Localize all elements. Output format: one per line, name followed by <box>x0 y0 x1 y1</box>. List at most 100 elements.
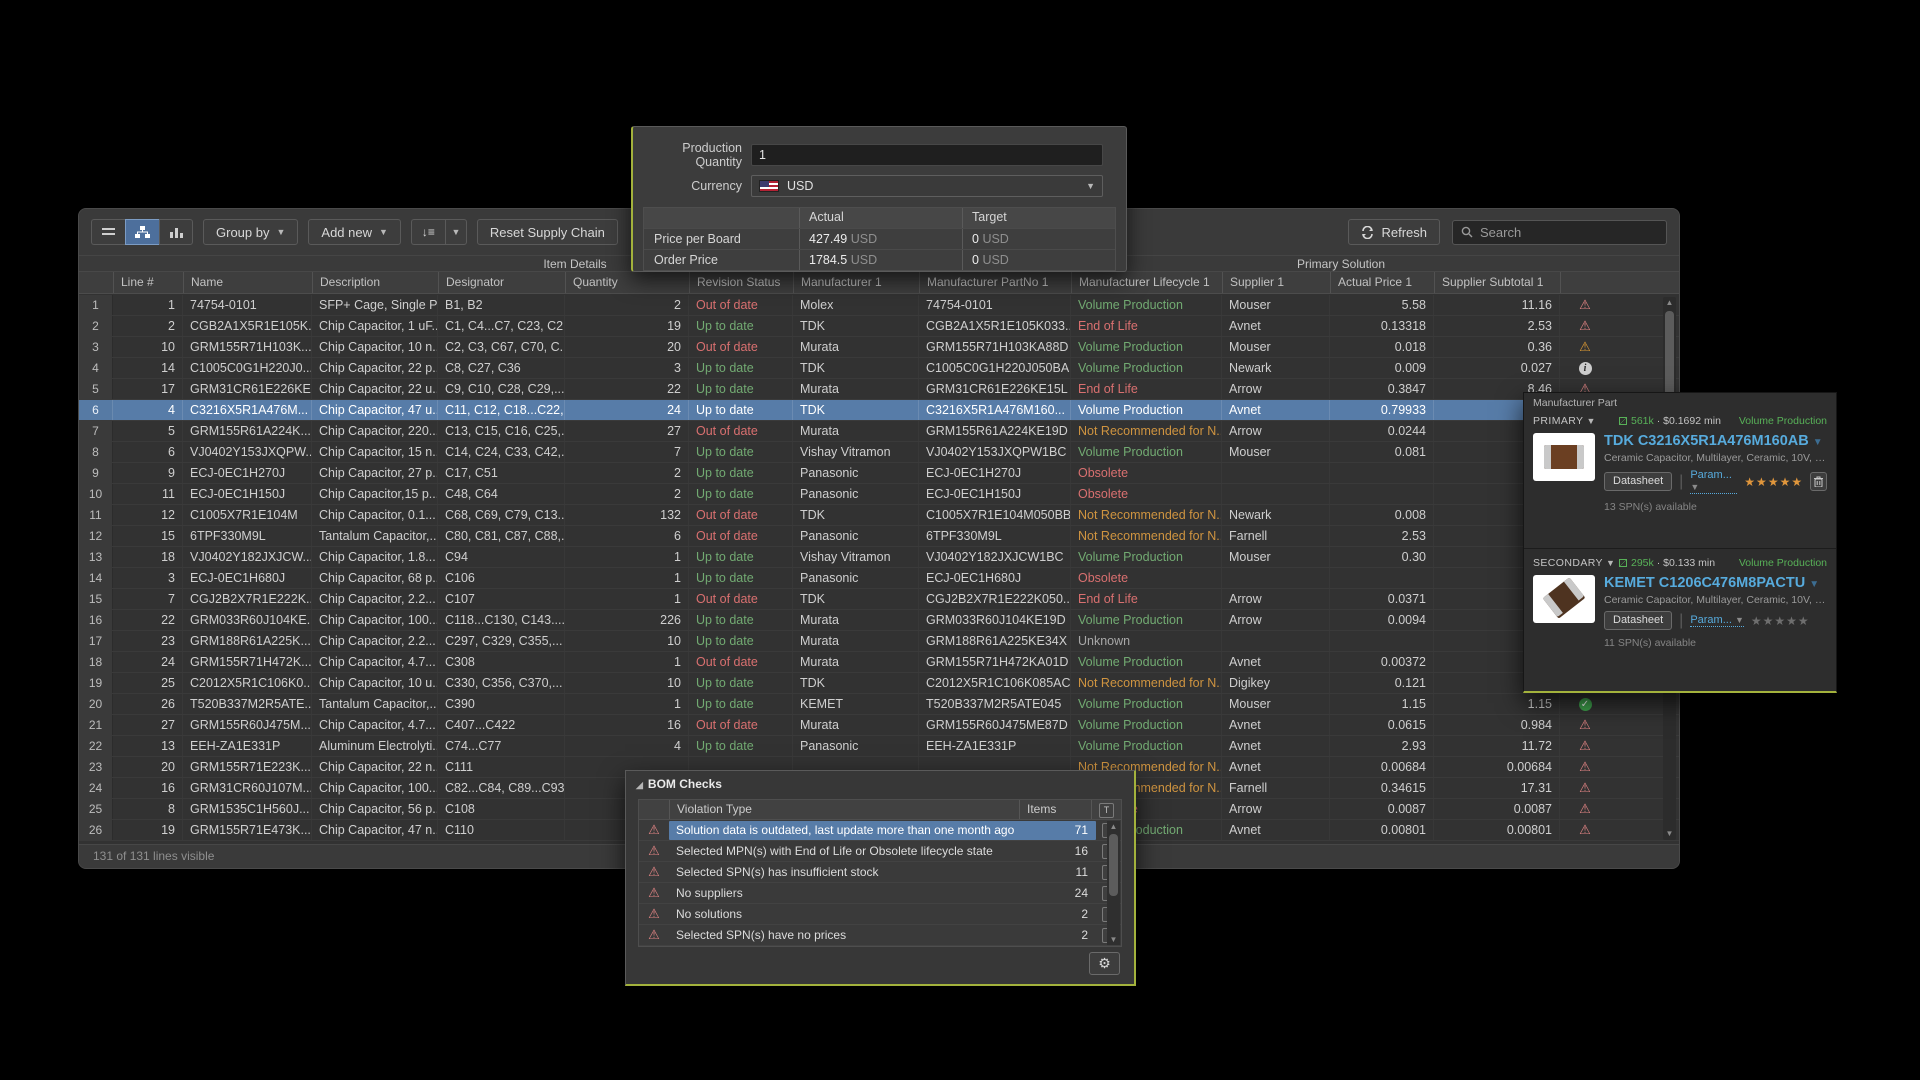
chart-view-button[interactable] <box>159 219 193 245</box>
table-row[interactable]: 22CGB2A1X5R1E105K...Chip Capacitor, 1 uF… <box>79 316 1679 337</box>
bom-check-row[interactable]: ⚠Selected SPN(s) has insufficient stock1… <box>639 862 1121 883</box>
delete-part-button[interactable] <box>1810 472 1827 491</box>
bom-checks-settings-button[interactable]: ⚙ <box>1089 952 1120 975</box>
scroll-down-icon[interactable]: ▼ <box>1107 934 1120 945</box>
table-row[interactable]: 310GRM155R71H103K...Chip Capacitor, 10 n… <box>79 337 1679 358</box>
secondary-rank-dropdown[interactable]: SECONDARY▼ <box>1533 557 1619 569</box>
datasheet-button[interactable]: Datasheet <box>1604 611 1672 630</box>
primary-rank-dropdown[interactable]: PRIMARY▼ <box>1533 415 1619 427</box>
cell-description: Chip Capacitor, 22 n... <box>312 757 438 777</box>
bom-check-row[interactable]: ⚠No suppliers24T <box>639 883 1121 904</box>
bom-check-row[interactable]: ⚠Selected MPN(s) with End of Life or Obs… <box>639 841 1121 862</box>
bom-checks-header[interactable]: ◢BOM Checks <box>626 771 1134 795</box>
cell-revision-status: Up to date <box>689 547 793 567</box>
column-header-name[interactable]: Name <box>183 272 312 293</box>
cell-name: GRM155R71E473K... <box>183 820 312 840</box>
column-header-designator[interactable]: Designator <box>438 272 565 293</box>
bom-scrollbar[interactable]: ▲ ▼ <box>1107 821 1120 945</box>
flat-list-view-button[interactable] <box>91 219 125 245</box>
table-row[interactable]: 1011ECJ-0EC1H150JChip Capacitor,15 p...C… <box>79 484 1679 505</box>
currency-select[interactable]: USD ▼ <box>751 175 1103 197</box>
scroll-down-icon[interactable]: ▼ <box>1663 828 1676 840</box>
lines-visible-status: 131 of 131 lines visible <box>93 849 214 863</box>
column-header-manufacturer-partno-1[interactable]: Manufacturer PartNo 1 <box>919 272 1071 293</box>
table-row[interactable]: 157CGJ2B2X7R1E222K...Chip Capacitor, 2.2… <box>79 589 1679 610</box>
scroll-up-icon[interactable]: ▲ <box>1107 821 1120 832</box>
cell-actual-price: 0.018 <box>1330 337 1434 357</box>
cell-quantity: 1 <box>565 589 689 609</box>
part-number-link[interactable]: KEMET C1206C476M8PACTU ▼ <box>1604 575 1827 591</box>
table-row[interactable]: 1318VJ0402Y182JXJCW...Chip Capacitor, 1.… <box>79 547 1679 568</box>
table-row[interactable]: 2213EEH-ZA1E331PAluminum Electrolyti...C… <box>79 736 1679 757</box>
column-header-quantity[interactable]: Quantity <box>565 272 689 293</box>
datasheet-button[interactable]: Datasheet <box>1604 472 1672 491</box>
table-row[interactable]: 1174754-0101SFP+ Cage, Single P...B1, B2… <box>79 295 1679 316</box>
reset-supply-chain-button[interactable]: Reset Supply Chain <box>477 219 618 245</box>
cell-line: 9 <box>113 463 183 483</box>
warning-icon: ⚠ <box>1560 799 1610 819</box>
search-input[interactable] <box>1480 225 1640 240</box>
bom-check-row[interactable]: ⚠Solution data is outdated, last update … <box>639 820 1121 841</box>
table-row[interactable]: 2127GRM155R60J475M...Chip Capacitor, 4.7… <box>79 715 1679 736</box>
cell-name: ECJ-0EC1H150J <box>183 484 312 504</box>
currency-unit: USD <box>851 232 877 246</box>
table-row[interactable]: 86VJ0402Y153JXQPW...Chip Capacitor, 15 n… <box>79 442 1679 463</box>
cell-manufacturer-lifecycle: Volume Production <box>1071 358 1222 378</box>
cell-line: 15 <box>113 526 183 546</box>
column-header-description[interactable]: Description <box>312 272 438 293</box>
cell-designator: C82...C84, C89...C93... <box>438 778 565 798</box>
table-row[interactable]: 1723GRM188R61A225K...Chip Capacitor, 2.2… <box>79 631 1679 652</box>
scroll-up-icon[interactable]: ▲ <box>1663 297 1676 309</box>
table-row[interactable]: 1824GRM155R71H472K...Chip Capacitor, 4.7… <box>79 652 1679 673</box>
chevron-down-icon: ▼ <box>379 227 388 237</box>
cell-manufacturer-lifecycle: Not Recommended for N... <box>1071 526 1222 546</box>
column-header-revision-status[interactable]: Revision Status <box>689 272 793 293</box>
table-row[interactable]: 99ECJ-0EC1H270JChip Capacitor, 27 p...C1… <box>79 463 1679 484</box>
items-header[interactable]: Items <box>1019 800 1091 819</box>
table-row[interactable]: 12156TPF330M9LTantalum Capacitor,...C80,… <box>79 526 1679 547</box>
sort-options-button[interactable]: ▼ <box>445 219 467 245</box>
violation-type-header[interactable]: Violation Type <box>669 800 1019 819</box>
part-number-link[interactable]: TDK C3216X5R1A476M160AB ▼ <box>1604 433 1827 449</box>
table-row[interactable]: 517GRM31CR61E226KE...Chip Capacitor, 22 … <box>79 379 1679 400</box>
cell-designator: C110 <box>438 820 565 840</box>
parameters-dropdown[interactable]: Param... ▼ <box>1690 614 1744 627</box>
column-header-supplier-subtotal-1[interactable]: Supplier Subtotal 1 <box>1434 272 1560 293</box>
table-row[interactable]: 414C1005C0G1H220J0...Chip Capacitor, 22 … <box>79 358 1679 379</box>
row-number: 11 <box>79 505 113 525</box>
add-new-button[interactable]: Add new ▼ <box>308 219 401 245</box>
cell-name: C1005X7R1E104M <box>183 505 312 525</box>
scrollbar-thumb[interactable] <box>1109 834 1118 896</box>
cell-description: Chip Capacitor, 4.7... <box>312 652 438 672</box>
cell-manufacturer: TDK <box>793 673 919 693</box>
grouped-view-button[interactable] <box>125 219 159 245</box>
search-box[interactable] <box>1452 220 1667 245</box>
bom-check-row[interactable]: ⚠No solutions2T <box>639 904 1121 925</box>
parameters-dropdown[interactable]: Param... ▼ <box>1690 469 1737 494</box>
column-header-manufacturer-1[interactable]: Manufacturer 1 <box>793 272 919 293</box>
cell-line: 16 <box>113 778 183 798</box>
column-header-actual-price-1[interactable]: Actual Price 1 <box>1330 272 1434 293</box>
column-header-line[interactable]: Line # <box>113 272 183 293</box>
table-row[interactable]: 1925C2012X5R1C106K0...Chip Capacitor, 10… <box>79 673 1679 694</box>
table-row[interactable]: 64C3216X5R1A476M...Chip Capacitor, 47 u.… <box>79 400 1679 421</box>
cell-actual-price: 0.3847 <box>1330 379 1434 399</box>
cell-line: 17 <box>113 379 183 399</box>
cell-manufacturer-lifecycle: Volume Production <box>1071 610 1222 630</box>
bom-check-row[interactable]: ⚠Selected SPN(s) have no prices2T <box>639 925 1121 946</box>
table-row[interactable]: 143ECJ-0EC1H680JChip Capacitor, 68 p...C… <box>79 568 1679 589</box>
cell-quantity: 2 <box>565 295 689 315</box>
production-quantity-input[interactable] <box>751 144 1103 166</box>
chevron-down-icon: ▼ <box>1586 416 1595 426</box>
cell-quantity: 2 <box>565 484 689 504</box>
table-row[interactable]: 1112C1005X7R1E104MChip Capacitor, 0.1...… <box>79 505 1679 526</box>
column-header-manufacturer-lifecycle-1[interactable]: Manufacturer Lifecycle 1 <box>1071 272 1222 293</box>
table-row[interactable]: 2026T520B337M2R5ATE...Tantalum Capacitor… <box>79 694 1679 715</box>
sort-button[interactable]: ↓≡ <box>411 219 445 245</box>
refresh-button[interactable]: Refresh <box>1348 219 1440 245</box>
group-by-button[interactable]: Group by ▼ <box>203 219 298 245</box>
table-row[interactable]: 75GRM155R61A224K...Chip Capacitor, 220..… <box>79 421 1679 442</box>
table-row[interactable]: 1622GRM033R60J104KE...Chip Capacitor, 10… <box>79 610 1679 631</box>
column-header-supplier-1[interactable]: Supplier 1 <box>1222 272 1330 293</box>
warning-triangle-icon: ⚠ <box>1579 780 1591 795</box>
